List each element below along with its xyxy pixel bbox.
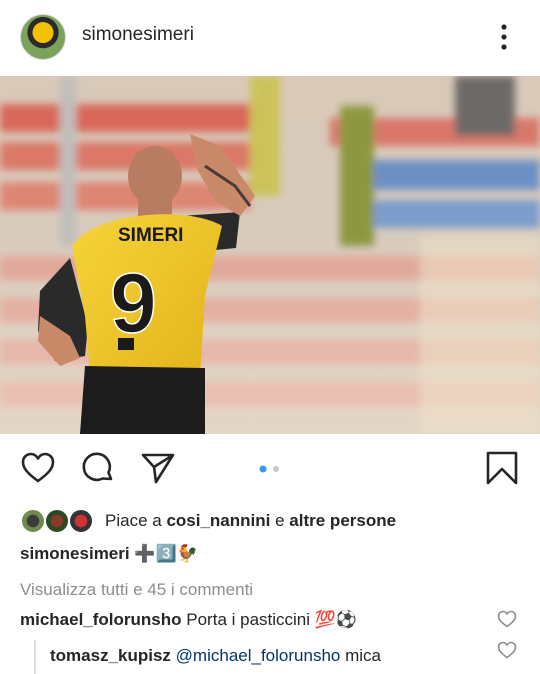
comment-username[interactable]: michael_folorunsho	[20, 610, 182, 629]
likes-row[interactable]: Piace a cosi_nannini e altre persone	[20, 506, 530, 536]
post-header: simonesimeri	[0, 0, 540, 76]
post-photo[interactable]: SIMERI 9	[0, 76, 540, 434]
post-image: SIMERI 9	[0, 76, 540, 434]
liker-avatar	[20, 508, 46, 534]
caption-username[interactable]: simonesimeri	[20, 544, 130, 563]
caption-text: ➕3️⃣🐓	[134, 544, 198, 563]
jersey-name: SIMERI	[118, 225, 183, 246]
jersey-number: 9	[110, 256, 157, 350]
liker-avatars	[20, 508, 98, 534]
more-options-icon[interactable]	[493, 22, 515, 52]
other-likers-link[interactable]: altre persone	[289, 511, 396, 530]
comment: michael_folorunsho Porta i pasticcini 💯⚽	[20, 610, 357, 630]
action-bar	[0, 434, 540, 504]
carousel-indicator	[259, 465, 279, 473]
reply-comment: tomasz_kupisz @michael_folorunsho mica	[50, 646, 381, 666]
post-username[interactable]: simonesimeri	[82, 24, 194, 46]
comment-like-icon[interactable]	[497, 609, 517, 629]
reply-mention[interactable]: @michael_folorunsho	[176, 646, 341, 665]
post-caption: simonesimeri ➕3️⃣🐓	[20, 544, 198, 570]
comment-text: Porta i pasticcini 💯⚽	[186, 610, 358, 629]
paper-plane-icon[interactable]	[140, 450, 176, 486]
reply-like-icon[interactable]	[497, 640, 517, 660]
view-all-comments-link[interactable]: Visualizza tutti e 45 i commenti	[20, 580, 253, 600]
likes-text: Piace a cosi_nannini e altre persone	[105, 511, 397, 530]
bookmark-icon[interactable]	[484, 450, 520, 486]
liker-avatar	[68, 508, 94, 534]
reply-thread-line	[34, 640, 36, 674]
reply-text: mica	[345, 646, 381, 665]
liker-username[interactable]: cosi_nannini	[166, 511, 270, 530]
liker-avatar	[44, 508, 70, 534]
reply-username[interactable]: tomasz_kupisz	[50, 646, 171, 665]
profile-avatar[interactable]	[20, 14, 66, 60]
comment-icon[interactable]	[80, 450, 116, 486]
heart-icon[interactable]	[20, 450, 56, 486]
